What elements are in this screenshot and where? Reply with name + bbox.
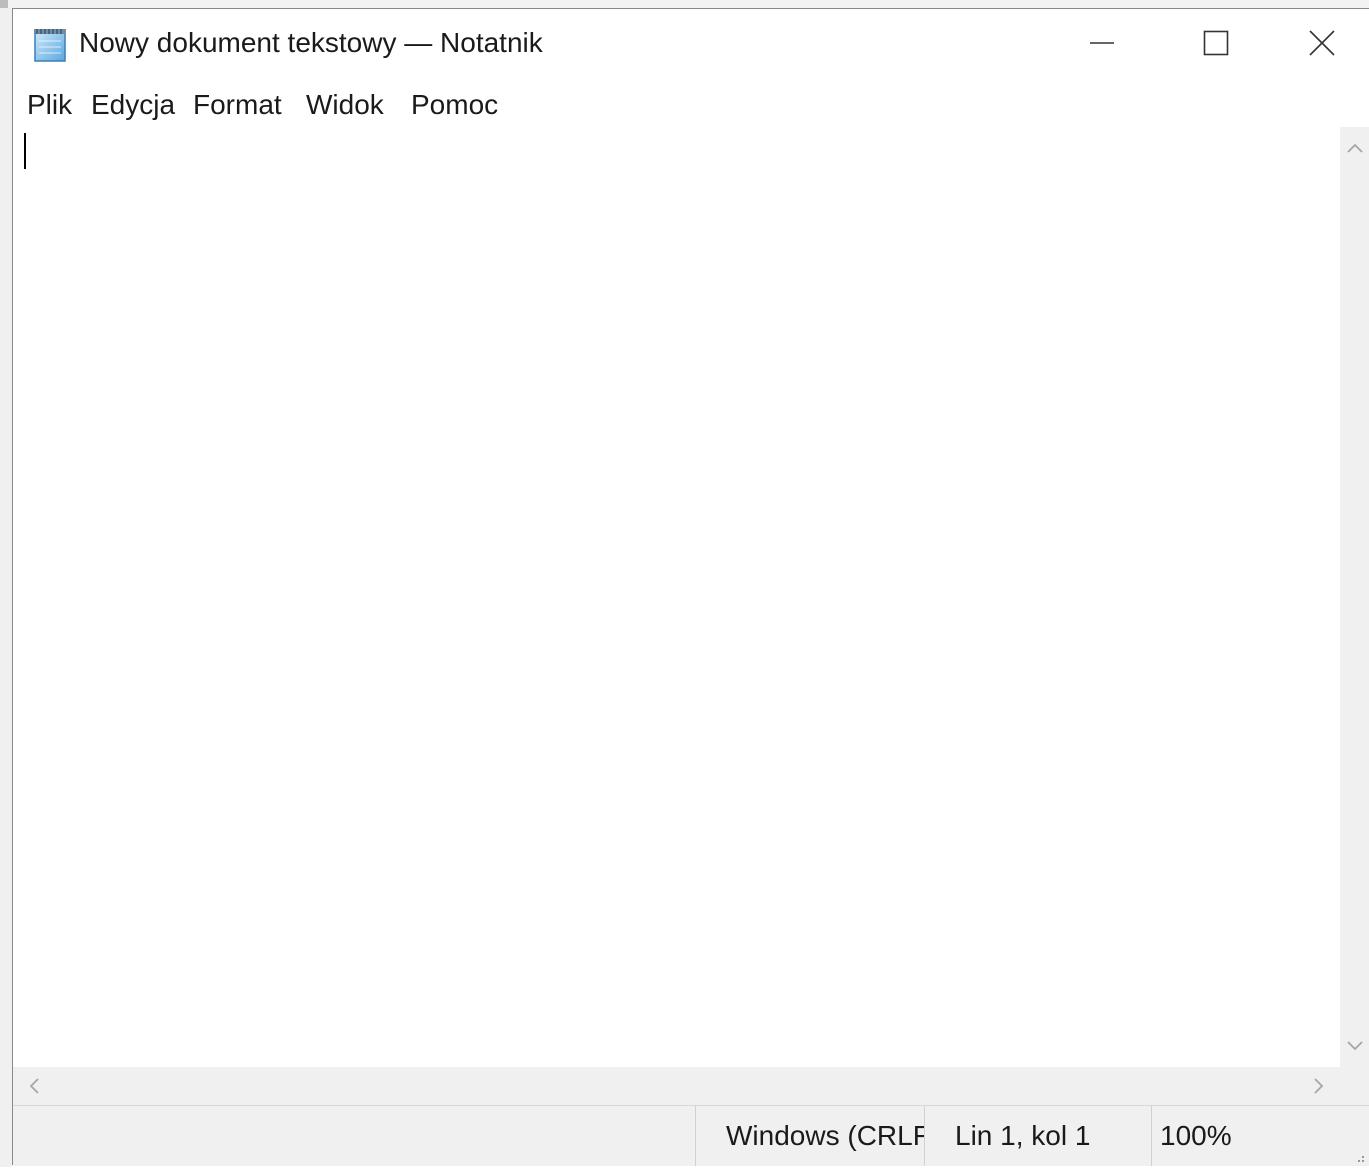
close-icon [1308,29,1336,62]
status-cursor-position: Lin 1, kol 1 [924,1106,1151,1166]
maximize-icon [1203,30,1229,61]
chevron-left-icon[interactable] [19,1071,49,1101]
desktop-background-left [0,8,12,1167]
menu-bar: Plik Edycja Format Widok Pomoc [13,81,1369,127]
menu-widok[interactable]: Widok [304,87,386,123]
status-line-ending: Windows (CRLF) [695,1106,924,1166]
minimize-icon [1089,30,1115,61]
menu-format[interactable]: Format [191,87,284,123]
notepad-window: Nowy dokument tekstowy — Notatnik Plik E… [12,8,1369,1166]
minimize-button[interactable] [1045,9,1159,81]
window-title: Nowy dokument tekstowy — Notatnik [79,27,543,58]
menu-pomoc[interactable]: Pomoc [409,87,500,123]
close-button[interactable] [1273,9,1369,81]
menu-plik[interactable]: Plik [25,87,74,123]
maximize-button[interactable] [1159,9,1273,81]
chevron-down-icon[interactable] [1340,1031,1369,1061]
resize-grip-icon[interactable] [1353,1150,1365,1162]
desktop-background [0,0,1369,8]
scrollbar-corner [1340,1067,1369,1105]
notepad-icon[interactable] [31,27,71,63]
horizontal-scrollbar[interactable] [13,1067,1340,1105]
status-zoom: 100% [1151,1106,1369,1166]
menu-edycja[interactable]: Edycja [89,87,177,123]
desktop-edge-mark [0,0,8,8]
chevron-right-icon[interactable] [1304,1071,1334,1101]
text-editor[interactable] [13,127,1340,1067]
status-bar: Windows (CRLF) Lin 1, kol 1 100% [13,1105,1369,1166]
chevron-up-icon[interactable] [1340,133,1369,163]
vertical-scrollbar[interactable] [1340,127,1369,1067]
text-caret [24,133,26,169]
title-bar[interactable]: Nowy dokument tekstowy — Notatnik [13,9,1369,81]
